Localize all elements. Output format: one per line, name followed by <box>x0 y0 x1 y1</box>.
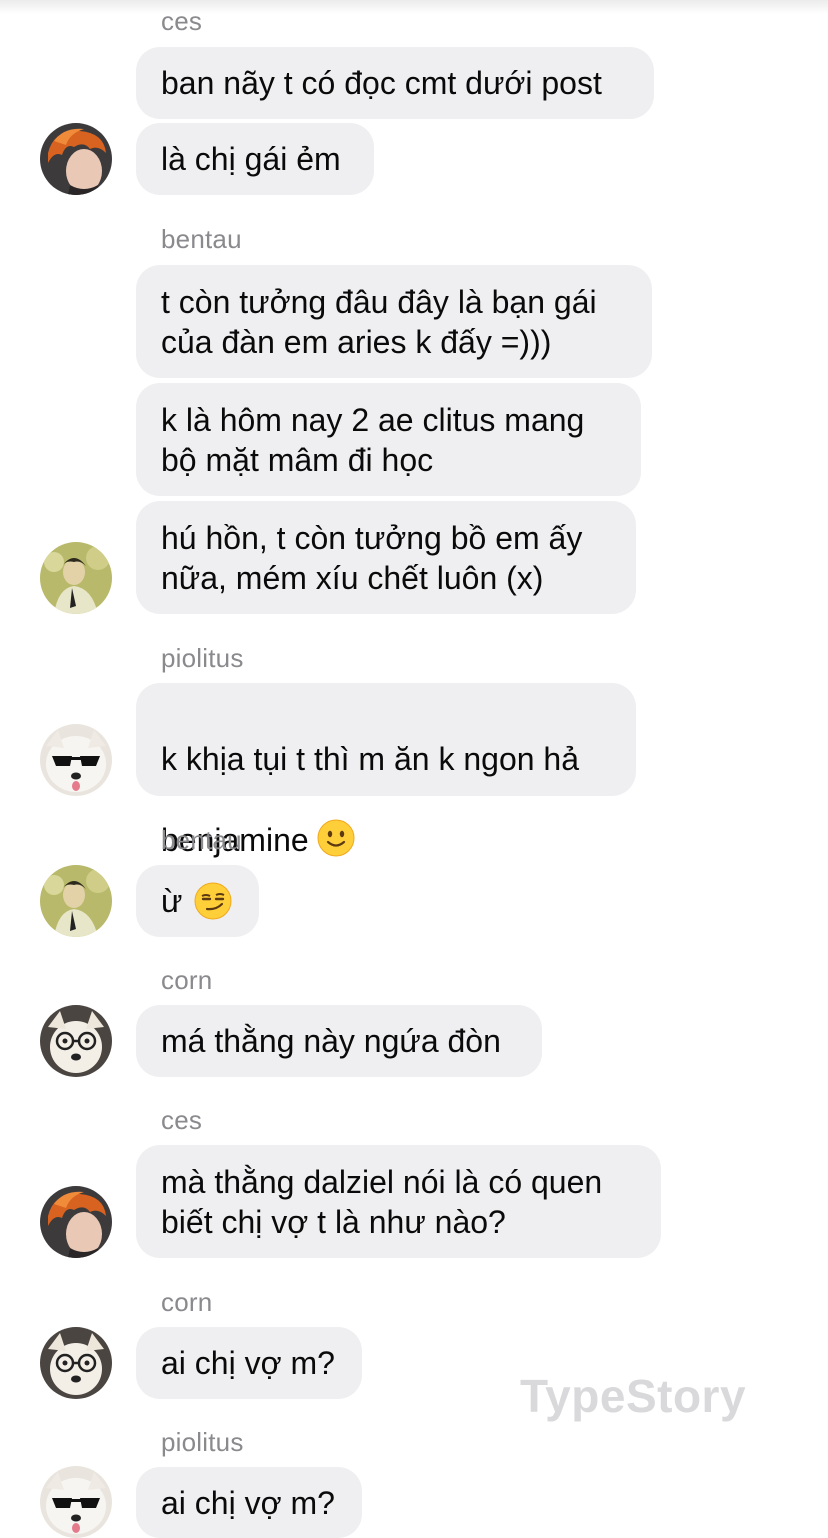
sender-name: bentau <box>161 224 242 254</box>
sender-name: corn <box>161 965 213 995</box>
sender-name: ces <box>161 1105 203 1135</box>
sender-name: ces <box>161 6 203 36</box>
dog-glasses-avatar[interactable] <box>40 1327 112 1399</box>
vintage-portrait-avatar[interactable] <box>40 865 112 937</box>
sender-name: piolitus <box>161 1427 244 1457</box>
message-bubble[interactable]: k là hôm nay 2 ae clitus mang bộ mặt mâm… <box>136 383 641 496</box>
message-bubble[interactable]: ai chị vợ m? <box>136 1327 362 1399</box>
top-shadow <box>0 0 828 14</box>
message-bubble[interactable]: ban nãy t có đọc cmt dưới post <box>136 47 654 119</box>
sender-name: bentau <box>161 825 242 855</box>
orange-hair-avatar[interactable] <box>40 1186 112 1258</box>
vintage-portrait-avatar[interactable] <box>40 542 112 614</box>
dog-sunglasses-avatar[interactable] <box>40 724 112 796</box>
message-text: ừ <box>161 883 183 919</box>
sender-name: corn <box>161 1287 213 1317</box>
message-bubble[interactable]: má thằng này ngứa đòn <box>136 1005 542 1077</box>
typestory-watermark: TypeStory <box>520 1370 747 1422</box>
slightly-smiling-face-icon <box>317 819 355 857</box>
message-bubble[interactable]: k khịa tụi t thì m ăn k ngon hả benjamin… <box>136 683 636 858</box>
sender-name: piolitus <box>161 643 244 673</box>
message-bubble[interactable]: ừ <box>136 865 259 937</box>
orange-hair-avatar[interactable] <box>40 123 112 195</box>
message-bubble[interactable]: hú hồn, t còn tưởng bồ em ấy nữa, mém xí… <box>136 501 636 614</box>
message-bubble[interactable]: là chị gái ẻm <box>136 123 374 195</box>
message-text: k khịa tụi t thì m ăn k ngon hả <box>161 741 580 777</box>
dog-sunglasses-avatar[interactable] <box>40 1466 112 1538</box>
smirking-face-icon <box>194 882 232 920</box>
dog-glasses-avatar[interactable] <box>40 1005 112 1077</box>
message-bubble[interactable]: ai chị vợ m? <box>136 1467 362 1538</box>
message-bubble[interactable]: mà thằng dalziel nói là có quen biết chị… <box>136 1145 661 1258</box>
message-bubble[interactable]: t còn tưởng đâu đây là bạn gái của đàn e… <box>136 265 652 378</box>
